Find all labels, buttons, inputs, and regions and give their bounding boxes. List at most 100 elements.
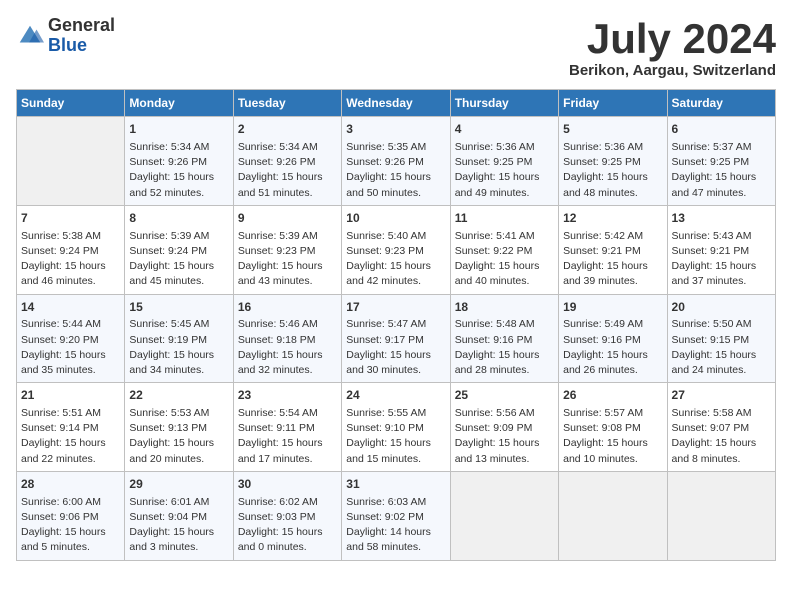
day-cell: 16Sunrise: 5:46 AMSunset: 9:18 PMDayligh… — [233, 294, 341, 383]
col-header-saturday: Saturday — [667, 90, 775, 117]
day-number: 15 — [129, 299, 228, 316]
day-number: 4 — [455, 121, 554, 138]
day-cell: 24 Sunrise: 5:55 AMSunset: 9:10 PMDayligh… — [342, 383, 450, 472]
day-cell: 21 Sunrise: 5:51 AMSunset: 9:14 PMDayligh… — [17, 383, 125, 472]
day-info: Sunrise: 5:58 AMSunset: 9:07 PMDaylight:… — [672, 406, 771, 467]
day-number: 16 — [238, 299, 337, 316]
day-number: 5 — [563, 121, 662, 138]
empty-day-cell — [17, 117, 125, 206]
day-cell: 22 Sunrise: 5:53 AMSunset: 9:13 PMDayligh… — [125, 383, 233, 472]
day-number: 14 — [21, 299, 120, 316]
day-cell: 29 Sunrise: 6:01 AMSunset: 9:04 PMDayligh… — [125, 471, 233, 560]
calendar-week-row: 21 Sunrise: 5:51 AMSunset: 9:14 PMDayligh… — [17, 383, 776, 472]
day-info: Sunrise: 5:37 AMSunset: 9:25 PMDaylight:… — [672, 140, 771, 201]
calendar-header-row: SundayMondayTuesdayWednesdayThursdayFrid… — [17, 90, 776, 117]
calendar-table: SundayMondayTuesdayWednesdayThursdayFrid… — [16, 89, 776, 560]
day-cell: 6 Sunrise: 5:37 AMSunset: 9:25 PMDaylight… — [667, 117, 775, 206]
day-info: Sunrise: 5:44 AMSunset: 9:20 PMDaylight:… — [21, 317, 120, 378]
day-info: Sunrise: 6:03 AMSunset: 9:02 PMDaylight:… — [346, 495, 445, 556]
day-number: 26 — [563, 387, 662, 404]
day-number: 22 — [129, 387, 228, 404]
day-info: Sunrise: 5:53 AMSunset: 9:13 PMDaylight:… — [129, 406, 228, 467]
day-number: 28 — [21, 476, 120, 493]
day-info: Sunrise: 5:34 AMSunset: 9:26 PMDaylight:… — [238, 140, 337, 201]
day-cell: 1Sunrise: 5:34 AMSunset: 9:26 PMDaylight… — [125, 117, 233, 206]
day-number: 8 — [129, 210, 228, 227]
day-info: Sunrise: 5:47 AMSunset: 9:17 PMDaylight:… — [346, 317, 445, 378]
day-cell: 3 Sunrise: 5:35 AMSunset: 9:26 PMDaylight… — [342, 117, 450, 206]
day-number: 18 — [455, 299, 554, 316]
col-header-tuesday: Tuesday — [233, 90, 341, 117]
day-cell: 27Sunrise: 5:58 AMSunset: 9:07 PMDayligh… — [667, 383, 775, 472]
day-cell: 28 Sunrise: 6:00 AMSunset: 9:06 PMDayligh… — [17, 471, 125, 560]
day-number: 25 — [455, 387, 554, 404]
day-cell: 10 Sunrise: 5:40 AMSunset: 9:23 PMDayligh… — [342, 205, 450, 294]
day-number: 7 — [21, 210, 120, 227]
day-number: 3 — [346, 121, 445, 138]
day-info: Sunrise: 6:01 AMSunset: 9:04 PMDaylight:… — [129, 495, 228, 556]
day-info: Sunrise: 5:55 AMSunset: 9:10 PMDaylight:… — [346, 406, 445, 467]
col-header-thursday: Thursday — [450, 90, 558, 117]
day-info: Sunrise: 5:39 AMSunset: 9:23 PMDaylight:… — [238, 229, 337, 290]
day-number: 20 — [672, 299, 771, 316]
day-number: 21 — [21, 387, 120, 404]
calendar-week-row: 7Sunrise: 5:38 AMSunset: 9:24 PMDaylight… — [17, 205, 776, 294]
empty-day-cell — [559, 471, 667, 560]
day-info: Sunrise: 5:35 AMSunset: 9:26 PMDaylight:… — [346, 140, 445, 201]
day-info: Sunrise: 5:46 AMSunset: 9:18 PMDaylight:… — [238, 317, 337, 378]
logo-blue-text: Blue — [48, 35, 87, 55]
day-number: 12 — [563, 210, 662, 227]
day-cell: 20Sunrise: 5:50 AMSunset: 9:15 PMDayligh… — [667, 294, 775, 383]
day-cell: 5 Sunrise: 5:36 AMSunset: 9:25 PMDaylight… — [559, 117, 667, 206]
col-header-monday: Monday — [125, 90, 233, 117]
day-info: Sunrise: 5:54 AMSunset: 9:11 PMDaylight:… — [238, 406, 337, 467]
day-number: 30 — [238, 476, 337, 493]
day-number: 2 — [238, 121, 337, 138]
day-cell: 11 Sunrise: 5:41 AMSunset: 9:22 PMDayligh… — [450, 205, 558, 294]
day-number: 17 — [346, 299, 445, 316]
day-number: 31 — [346, 476, 445, 493]
col-header-sunday: Sunday — [17, 90, 125, 117]
day-cell: 26 Sunrise: 5:57 AMSunset: 9:08 PMDayligh… — [559, 383, 667, 472]
day-info: Sunrise: 5:39 AMSunset: 9:24 PMDaylight:… — [129, 229, 228, 290]
empty-day-cell — [667, 471, 775, 560]
calendar-week-row: 1 Sunrise: 5:34 AMSunset: 9:26 PMDaylight… — [17, 117, 776, 206]
day-info: Sunrise: 5:56 AMSunset: 9:09 PMDaylight:… — [455, 406, 554, 467]
logo-icon — [16, 22, 44, 50]
day-number: 24 — [346, 387, 445, 404]
day-number: 29 — [129, 476, 228, 493]
day-number: 10 — [346, 210, 445, 227]
day-info: Sunrise: 5:49 AMSunset: 9:16 PMDaylight:… — [563, 317, 662, 378]
title-block: July 2024 Berikon, Aargau, Switzerland — [569, 16, 776, 79]
day-cell: 14Sunrise: 5:44 AMSunset: 9:20 PMDayligh… — [17, 294, 125, 383]
day-info: Sunrise: 5:36 AMSunset: 9:25 PMDaylight:… — [563, 140, 662, 201]
day-cell: 18Sunrise: 5:48 AMSunset: 9:16 PMDayligh… — [450, 294, 558, 383]
day-info: Sunrise: 5:57 AMSunset: 9:08 PMDaylight:… — [563, 406, 662, 467]
day-cell: 30Sunrise: 6:02 AMSunset: 9:03 PMDayligh… — [233, 471, 341, 560]
day-info: Sunrise: 5:40 AMSunset: 9:23 PMDaylight:… — [346, 229, 445, 290]
day-cell: 23 Sunrise: 5:54 AMSunset: 9:11 PMDayligh… — [233, 383, 341, 472]
day-cell: 12Sunrise: 5:42 AMSunset: 9:21 PMDayligh… — [559, 205, 667, 294]
day-info: Sunrise: 6:00 AMSunset: 9:06 PMDaylight:… — [21, 495, 120, 556]
day-number: 11 — [455, 210, 554, 227]
day-number: 6 — [672, 121, 771, 138]
day-info: Sunrise: 5:48 AMSunset: 9:16 PMDaylight:… — [455, 317, 554, 378]
page-header: General Blue July 2024 Berikon, Aargau, … — [16, 16, 776, 79]
location: Berikon, Aargau, Switzerland — [569, 62, 776, 79]
calendar-week-row: 14Sunrise: 5:44 AMSunset: 9:20 PMDayligh… — [17, 294, 776, 383]
day-info: Sunrise: 5:51 AMSunset: 9:14 PMDaylight:… — [21, 406, 120, 467]
day-number: 13 — [672, 210, 771, 227]
empty-day-cell — [450, 471, 558, 560]
day-info: Sunrise: 5:50 AMSunset: 9:15 PMDaylight:… — [672, 317, 771, 378]
day-cell: 19Sunrise: 5:49 AMSunset: 9:16 PMDayligh… — [559, 294, 667, 383]
calendar-week-row: 28 Sunrise: 6:00 AMSunset: 9:06 PMDayligh… — [17, 471, 776, 560]
day-info: Sunrise: 5:41 AMSunset: 9:22 PMDaylight:… — [455, 229, 554, 290]
day-info: Sunrise: 5:36 AMSunset: 9:25 PMDaylight:… — [455, 140, 554, 201]
day-number: 9 — [238, 210, 337, 227]
day-number: 23 — [238, 387, 337, 404]
day-number: 1 — [129, 121, 228, 138]
day-cell: 15Sunrise: 5:45 AMSunset: 9:19 PMDayligh… — [125, 294, 233, 383]
day-cell: 9 Sunrise: 5:39 AMSunset: 9:23 PMDaylight… — [233, 205, 341, 294]
logo-text: General Blue — [48, 16, 115, 56]
day-cell: 7Sunrise: 5:38 AMSunset: 9:24 PMDaylight… — [17, 205, 125, 294]
